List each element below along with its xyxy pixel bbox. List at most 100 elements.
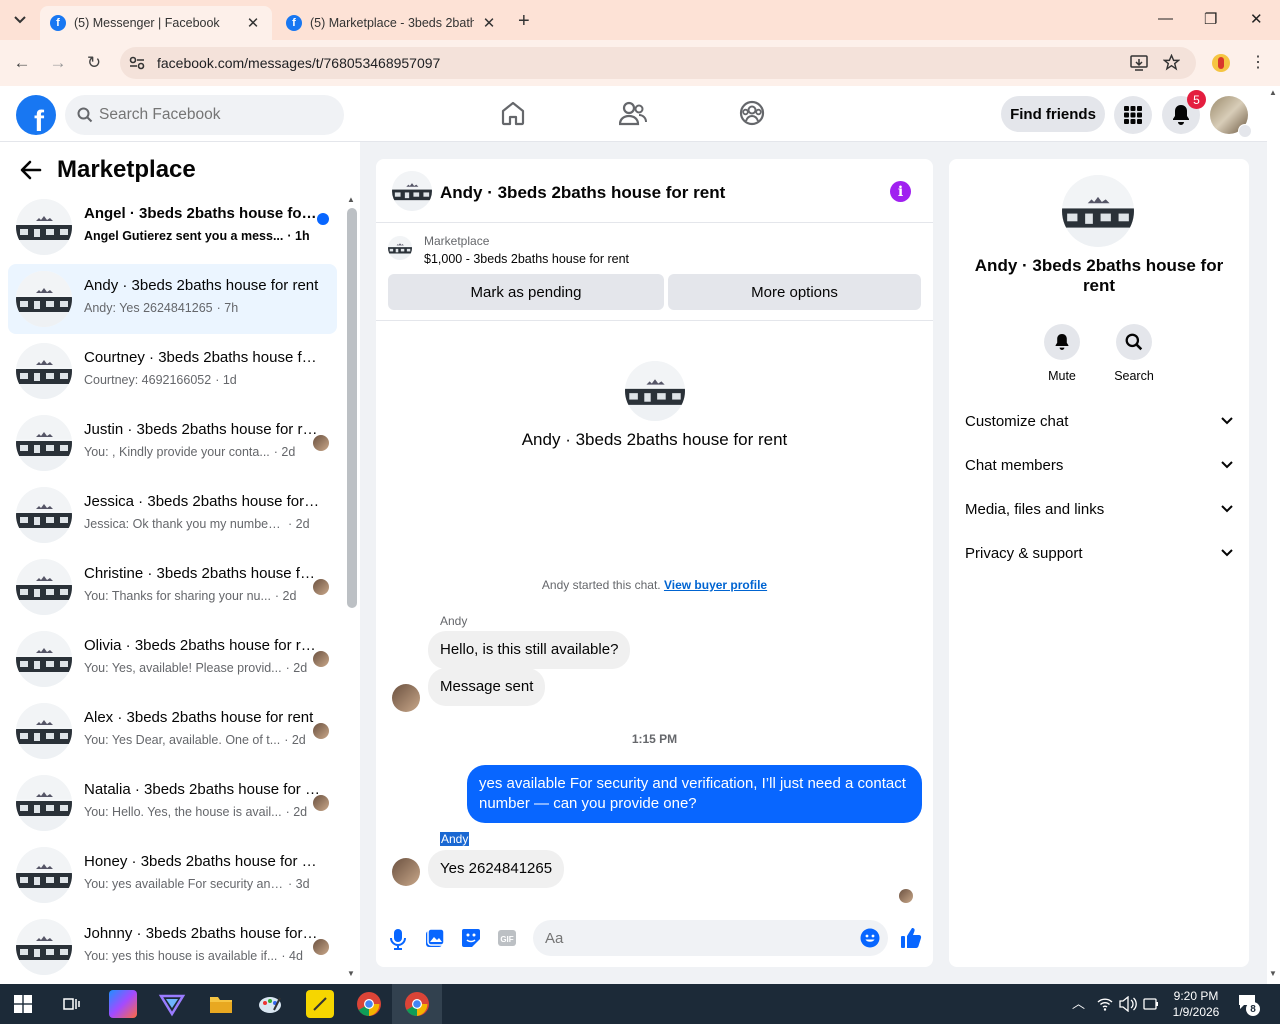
- close-window-icon[interactable]: ✕: [1250, 10, 1263, 28]
- incoming-message[interactable]: Hello, is this still available?: [428, 631, 631, 669]
- conversation-item[interactable]: Angel · 3beds 2baths house for rent Angel…: [8, 192, 337, 262]
- notification-center-icon[interactable]: 8: [1238, 994, 1260, 1016]
- friends-icon[interactable]: [619, 100, 647, 126]
- search-box[interactable]: [65, 95, 344, 135]
- conversation-item[interactable]: Courtney · 3beds 2baths house for rent Co…: [8, 336, 337, 406]
- conversation-item[interactable]: Olivia · 3beds 2baths house for rent You:…: [8, 624, 337, 694]
- mark-pending-button[interactable]: Mark as pending: [388, 274, 664, 310]
- chrome-icon[interactable]: [403, 990, 431, 1018]
- message-input[interactable]: [545, 920, 845, 956]
- site-info-icon[interactable]: [129, 56, 145, 70]
- sidebar-scrollbar[interactable]: [347, 208, 357, 608]
- extension-icon[interactable]: [1212, 54, 1230, 72]
- conversation-preview: Angel Gutierez sent you a mess...: [84, 229, 284, 243]
- paint-app-icon[interactable]: [256, 990, 284, 1018]
- forward-arrow-icon[interactable]: →: [48, 53, 68, 73]
- new-tab-icon[interactable]: +: [518, 10, 530, 33]
- gif-icon[interactable]: GIF: [497, 928, 517, 948]
- conversation-item[interactable]: Justin · 3beds 2baths house for rent You:…: [8, 408, 337, 478]
- close-tab-icon[interactable]: ✕: [244, 14, 262, 32]
- conversation-name: Alex · 3beds 2baths house for rent: [84, 709, 314, 726]
- file-explorer-icon[interactable]: [207, 990, 235, 1018]
- sticker-icon[interactable]: [461, 928, 481, 948]
- incoming-message[interactable]: Message sent: [428, 668, 546, 706]
- media-files-links-section[interactable]: Media, files and links: [965, 487, 1233, 531]
- view-buyer-profile-link[interactable]: View buyer profile: [664, 578, 767, 592]
- chrome-menu-icon[interactable]: ⋮: [1250, 52, 1266, 72]
- conversation-time: · 1d: [215, 373, 237, 387]
- back-arrow-icon[interactable]: ←: [12, 53, 32, 73]
- copilot-icon[interactable]: [109, 990, 137, 1018]
- privacy-support-section[interactable]: Privacy & support: [965, 531, 1233, 575]
- conversation-item[interactable]: Honey · 3beds 2baths house for rent You: …: [8, 840, 337, 910]
- chrome-icon[interactable]: [355, 990, 383, 1018]
- scroll-up-icon[interactable]: ▲: [1269, 88, 1277, 97]
- tab-marketplace[interactable]: f (5) Marketplace - 3beds 2baths ✕: [276, 6, 508, 40]
- chat-members-section[interactable]: Chat members: [965, 443, 1233, 487]
- home-icon[interactable]: [500, 100, 526, 126]
- conversation-item[interactable]: Jessica · 3beds 2baths house for rent Jes…: [8, 480, 337, 550]
- chat-avatar[interactable]: [392, 171, 432, 211]
- more-options-button[interactable]: More options: [668, 274, 921, 310]
- chat-title[interactable]: Andy · 3beds 2baths house for rent: [440, 183, 725, 203]
- scroll-up-icon[interactable]: ▲: [347, 195, 355, 204]
- conversation-time: · 2d: [285, 661, 308, 675]
- info-avatar[interactable]: [1062, 175, 1134, 247]
- sender-avatar[interactable]: [392, 858, 420, 886]
- install-app-icon[interactable]: [1130, 55, 1148, 71]
- show-hidden-icons-icon[interactable]: ︿: [1072, 993, 1085, 1012]
- microphone-icon[interactable]: [390, 928, 406, 950]
- groups-icon[interactable]: [739, 100, 765, 126]
- listing-title[interactable]: $1,000 - 3beds 2baths house for rent: [424, 252, 629, 266]
- restore-icon[interactable]: ❐: [1204, 10, 1217, 28]
- find-friends-button[interactable]: Find friends: [1001, 96, 1105, 132]
- incoming-message[interactable]: Yes 2624841265: [428, 850, 565, 888]
- scroll-down-icon[interactable]: ▼: [1269, 969, 1277, 978]
- close-tab-icon[interactable]: ✕: [480, 14, 498, 32]
- task-view-icon[interactable]: [62, 995, 80, 1013]
- conversation-avatar: [16, 343, 72, 399]
- battery-icon[interactable]: [1143, 996, 1159, 1012]
- conversation-preview: Courtney: 4692166052: [84, 373, 212, 387]
- message-box[interactable]: [533, 920, 888, 956]
- sender-avatar[interactable]: [392, 684, 420, 712]
- menu-grid-button[interactable]: [1114, 96, 1152, 134]
- bookmark-star-icon[interactable]: [1163, 54, 1180, 71]
- conversation-item[interactable]: Natalia · 3beds 2baths house for rent You…: [8, 768, 337, 838]
- thumbs-up-icon[interactable]: [900, 927, 922, 949]
- profile-avatar[interactable]: [1210, 96, 1252, 138]
- customize-chat-section[interactable]: Customize chat: [965, 399, 1233, 443]
- windows-start-icon[interactable]: [14, 995, 32, 1013]
- network-icon[interactable]: [1097, 997, 1113, 1011]
- outgoing-message[interactable]: yes available For security and verificat…: [467, 765, 922, 823]
- photo-icon[interactable]: [425, 928, 445, 948]
- tab-messenger[interactable]: f (5) Messenger | Facebook ✕: [40, 6, 272, 40]
- tab-search-chevron-icon[interactable]: [8, 8, 32, 32]
- mute-button[interactable]: Mute: [1022, 324, 1102, 383]
- listing-thumbnail[interactable]: [388, 236, 412, 260]
- info-name: Andy · 3beds 2baths house for rent: [974, 256, 1224, 295]
- scroll-down-icon[interactable]: ▼: [347, 969, 355, 978]
- emoji-icon[interactable]: [860, 928, 880, 948]
- conversation-item[interactable]: Christine · 3beds 2baths house for rent Y…: [8, 552, 337, 622]
- conversation-name: Angel · 3beds 2baths house for rent: [84, 205, 320, 222]
- system-clock[interactable]: 9:20 PM 1/9/2026: [1163, 988, 1229, 1020]
- volume-icon[interactable]: [1119, 996, 1137, 1012]
- info-icon[interactable]: i: [890, 181, 911, 202]
- minimize-icon[interactable]: —: [1158, 10, 1173, 27]
- page-scrollbar[interactable]: ▲ ▼: [1267, 86, 1280, 984]
- vpn-app-icon[interactable]: [158, 990, 186, 1018]
- conversation-item[interactable]: Johnny · 3beds 2baths house for rent You:…: [8, 912, 337, 982]
- mute-label: Mute: [1048, 369, 1076, 383]
- conversation-item[interactable]: Andy · 3beds 2baths house for rent Andy: …: [8, 264, 337, 334]
- search-chat-button[interactable]: Search: [1094, 324, 1174, 383]
- chat-header: Andy · 3beds 2baths house for rent i: [376, 159, 933, 223]
- search-input[interactable]: [99, 95, 329, 135]
- facebook-logo-icon[interactable]: f: [16, 95, 56, 135]
- reload-icon[interactable]: ↻: [84, 53, 104, 73]
- section-label: Chat members: [965, 456, 1064, 474]
- address-bar[interactable]: facebook.com/messages/t/768053468957097: [120, 47, 1196, 79]
- back-arrow-icon[interactable]: [20, 160, 42, 180]
- conversation-item[interactable]: Alex · 3beds 2baths house for rent You: Y…: [8, 696, 337, 766]
- sticky-notes-icon[interactable]: [306, 990, 334, 1018]
